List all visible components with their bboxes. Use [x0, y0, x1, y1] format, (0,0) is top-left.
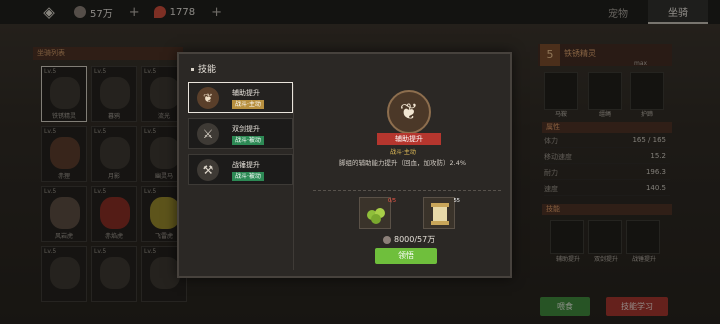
twin-sword-skill-icon: ⚔	[197, 123, 219, 145]
scroll-icon	[431, 203, 449, 225]
skill-item[interactable]: ⚒ 战锤提升 战斗·被动	[188, 154, 293, 185]
skill-tag: 战斗·被动	[232, 136, 264, 145]
skill-name: 辅助提升	[232, 89, 260, 97]
skill-tag: 战斗·主动	[232, 100, 264, 109]
skill-item[interactable]: ⚔ 双剑提升 战斗·被动	[188, 118, 293, 149]
modal-divider	[293, 84, 294, 270]
skill-name: 战锤提升	[232, 161, 260, 169]
skill-tag: 战斗·被动	[232, 172, 264, 181]
dashed-divider	[313, 190, 501, 191]
material-count: 55	[453, 198, 460, 204]
coin-icon	[383, 235, 391, 244]
material-slot[interactable]: 0/5	[359, 197, 396, 229]
support-skill-icon: ❦	[197, 87, 219, 109]
material-count: 0/5	[387, 198, 396, 204]
cost-value: 8000/57万	[394, 235, 436, 244]
skill-item[interactable]: ❦ 辅助提升 战斗·主动	[188, 82, 293, 113]
skill-detail-tag: 战斗·主动	[390, 149, 416, 156]
cost-label: 8000/57万	[383, 234, 435, 245]
skill-detail-name: 辅助提升	[377, 133, 441, 145]
support-skill-icon: ❦	[387, 90, 431, 134]
comprehend-button[interactable]: 领悟	[375, 248, 437, 264]
skill-name: 双剑提升	[232, 125, 260, 133]
material-slot[interactable]: 55	[423, 197, 460, 229]
hammer-skill-icon: ⚒	[197, 159, 219, 181]
skill-description: 脚组的辅助能力提升（回血，加攻防）2.4%	[339, 159, 467, 167]
skill-modal: 技能 ❦ 辅助提升 战斗·主动 ⚔ 双剑提升 战斗·被动 ⚒ 战锤提升 战斗·被…	[177, 52, 512, 278]
modal-title: 技能	[191, 62, 216, 75]
